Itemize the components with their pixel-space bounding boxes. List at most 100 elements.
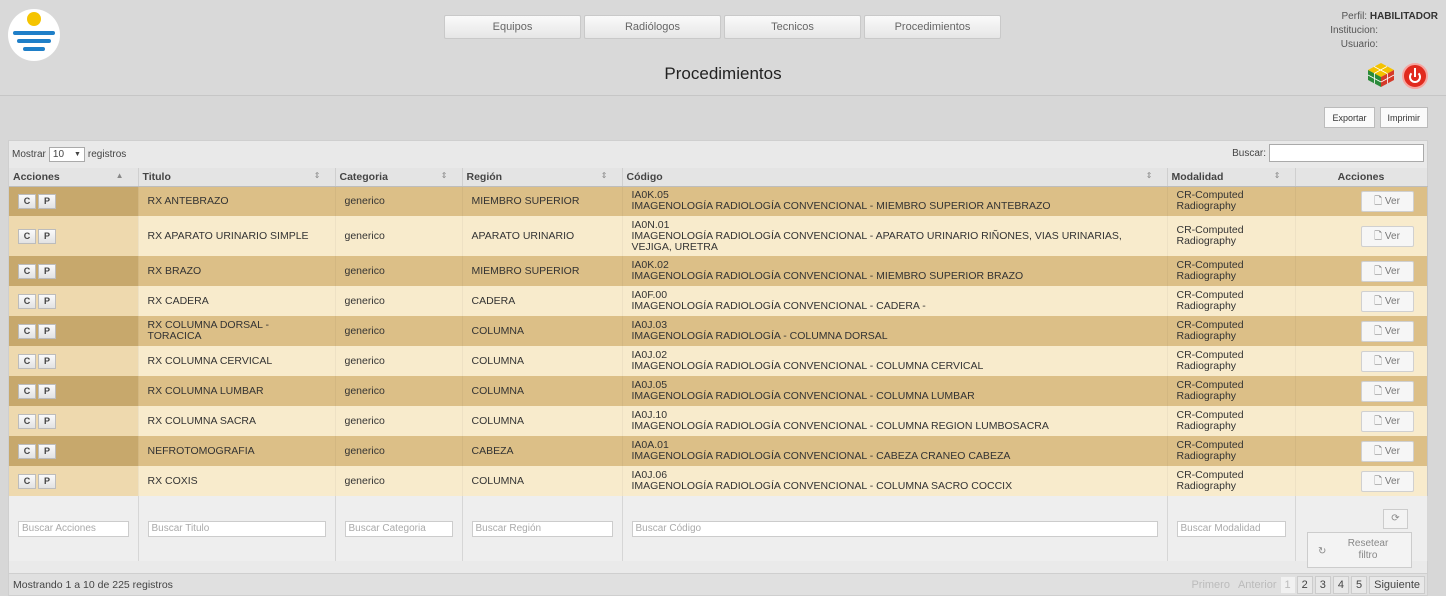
document-icon: 🗋 (1374, 265, 1383, 277)
cell-ver: 🗋 Ver (1295, 466, 1428, 496)
reset-icon: ↻ (1318, 546, 1327, 557)
table-body: CP RX ANTEBRAZO generico MIEMBRO SUPERIO… (9, 186, 1428, 561)
row-actions: CP (9, 286, 139, 316)
page-2[interactable]: 2 (1296, 576, 1313, 594)
p-button[interactable]: P (38, 193, 56, 209)
table-tools: Exportar Imprimir (1324, 107, 1428, 128)
filter-region-input[interactable]: Buscar Región (471, 520, 613, 537)
page-next[interactable]: Siguiente (1369, 576, 1425, 594)
c-button[interactable]: C (18, 473, 36, 489)
cell-categoria: generico (335, 256, 463, 286)
p-button[interactable]: P (38, 443, 56, 459)
document-icon: 🗋 (1374, 475, 1383, 487)
col-modalidad[interactable]: Modalidad ⇕ (1167, 168, 1296, 187)
table-row: CP RX COLUMNA LUMBAR generico COLUMNA IA… (9, 376, 1428, 406)
p-button[interactable]: P (38, 228, 56, 244)
cell-region: MIEMBRO SUPERIOR (462, 186, 623, 216)
page-5[interactable]: 5 (1351, 576, 1368, 594)
filter-codigo-input[interactable]: Buscar Código (631, 520, 1158, 537)
col-codigo[interactable]: Código ⇕ (622, 168, 1168, 187)
cell-codigo: IA0J.06 IMAGENOLOGÍA RADIOLOGÍA CONVENCIO… (622, 466, 1168, 496)
page-1[interactable]: 1 (1280, 577, 1295, 593)
col-region[interactable]: Región ⇕ (462, 168, 623, 187)
nav-tecnicos[interactable]: Tecnicos (724, 15, 861, 39)
ver-button[interactable]: 🗋 Ver (1360, 190, 1414, 212)
page-first[interactable]: Primero (1187, 577, 1234, 593)
ver-button[interactable]: 🗋 Ver (1360, 410, 1414, 432)
table-row: CP RX COXIS generico COLUMNA IA0J.06 IMAG… (9, 466, 1428, 496)
cell-region: COLUMNA (462, 466, 623, 496)
col-acciones-right: Acciones (1295, 168, 1428, 187)
c-button[interactable]: C (18, 353, 36, 369)
sort-icon: ⇕ (1145, 171, 1153, 180)
ver-button[interactable]: 🗋 Ver (1360, 470, 1414, 492)
document-icon: 🗋 (1374, 295, 1383, 307)
cell-modalidad: CR-Computed Radiography (1167, 436, 1296, 466)
c-button[interactable]: C (18, 293, 36, 309)
page-4[interactable]: 4 (1332, 576, 1349, 594)
cell-ver: 🗋 Ver (1295, 406, 1428, 436)
col-categoria[interactable]: Categoria ⇕ (335, 168, 463, 187)
document-icon: 🗋 (1374, 230, 1383, 242)
nav-equipos[interactable]: Equipos (444, 15, 581, 39)
ver-button[interactable]: 🗋 Ver (1360, 440, 1414, 462)
cell-ver: 🗋 Ver (1295, 376, 1428, 406)
cell-ver: 🗋 Ver (1295, 436, 1428, 466)
cell-ver: 🗋 Ver (1295, 286, 1428, 316)
p-button[interactable]: P (38, 413, 56, 429)
ver-button[interactable]: 🗋 Ver (1360, 225, 1414, 247)
nav-radiologos[interactable]: Radiólogos (584, 15, 721, 39)
export-button[interactable]: Exportar (1324, 107, 1375, 128)
cell-categoria: generico (335, 286, 463, 316)
codigo-description: IMAGENOLOGÍA RADIOLOGÍA CONVENCIONAL - C… (631, 420, 1049, 432)
nav-procedimientos[interactable]: Procedimientos (864, 15, 1001, 39)
col-acciones[interactable]: Acciones ▲ (9, 168, 139, 187)
cell-region: MIEMBRO SUPERIOR (462, 256, 623, 286)
c-button[interactable]: C (18, 413, 36, 429)
filter-titulo-input[interactable]: Buscar Titulo (147, 520, 326, 537)
ver-button[interactable]: 🗋 Ver (1360, 380, 1414, 402)
page-title: Procedimientos (664, 64, 782, 83)
row-actions: CP (9, 376, 139, 406)
c-button[interactable]: C (18, 323, 36, 339)
p-button[interactable]: P (38, 293, 56, 309)
ver-button[interactable]: 🗋 Ver (1360, 350, 1414, 372)
refresh-button[interactable]: ⟳ (1383, 509, 1408, 529)
cell-modalidad: CR-Computed Radiography (1167, 466, 1296, 496)
p-button[interactable]: P (38, 263, 56, 279)
p-button[interactable]: P (38, 323, 56, 339)
table-row: CP RX COLUMNA DORSAL - TORACICA generico… (9, 316, 1428, 346)
page-length-select[interactable]: 10 ▼ (48, 147, 85, 162)
p-button[interactable]: P (38, 473, 56, 489)
cell-titulo: RX COLUMNA SACRA (138, 406, 336, 436)
c-button[interactable]: C (18, 193, 36, 209)
cell-region: COLUMNA (462, 376, 623, 406)
filter-acciones-input[interactable]: Buscar Acciones (18, 520, 129, 537)
row-actions: CP (9, 406, 139, 436)
codigo-description: IMAGENOLOGÍA RADIOLOGÍA CONVENCIONAL - C… (631, 360, 984, 372)
sort-asc-icon: ▲ (115, 171, 124, 180)
refresh-icon: ⟳ (1391, 513, 1400, 524)
c-button[interactable]: C (18, 443, 36, 459)
page-3[interactable]: 3 (1314, 576, 1331, 594)
c-button[interactable]: C (18, 228, 36, 244)
p-button[interactable]: P (38, 353, 56, 369)
cell-region: COLUMNA (462, 406, 623, 436)
c-button[interactable]: C (18, 263, 36, 279)
filter-modalidad-input[interactable]: Buscar Modalidad (1176, 520, 1286, 537)
cell-codigo: IA0J.02 IMAGENOLOGÍA RADIOLOGÍA CONVENCIO… (622, 346, 1168, 376)
page-prev[interactable]: Anterior (1234, 577, 1281, 593)
row-actions: CP (9, 316, 139, 346)
ver-button[interactable]: 🗋 Ver (1360, 290, 1414, 312)
c-button[interactable]: C (18, 383, 36, 399)
cell-categoria: generico (335, 216, 463, 256)
p-button[interactable]: P (38, 383, 56, 399)
ver-button[interactable]: 🗋 Ver (1360, 260, 1414, 282)
reset-filter-button[interactable]: ↻ Resetear filtro (1307, 532, 1412, 568)
print-button[interactable]: Imprimir (1379, 107, 1428, 128)
codigo-description: IMAGENOLOGÍA RADIOLOGÍA CONVENCIONAL - A… (631, 229, 1122, 253)
filter-categoria-input[interactable]: Buscar Categoria (344, 520, 453, 537)
search-input[interactable] (1269, 144, 1424, 162)
col-titulo[interactable]: Titulo ⇕ (138, 168, 336, 187)
ver-button[interactable]: 🗋 Ver (1360, 320, 1414, 342)
